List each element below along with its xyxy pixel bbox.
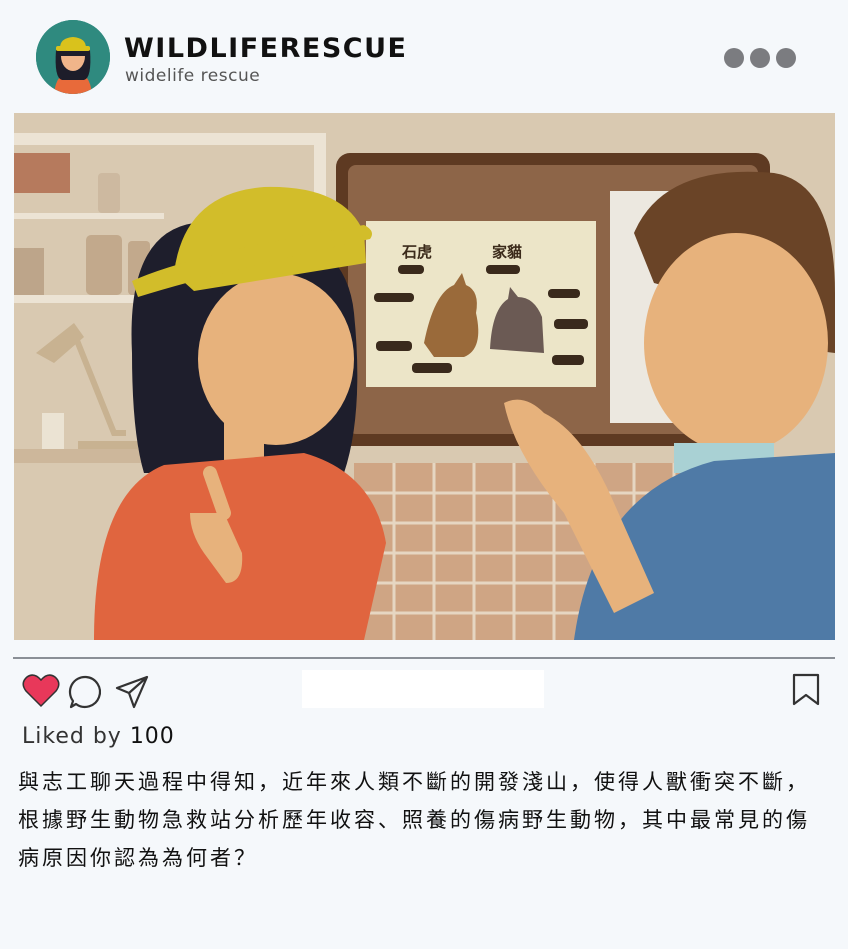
- likes-count[interactable]: Liked by 100: [22, 724, 175, 749]
- divider: [13, 657, 835, 659]
- liked-by-label: Liked by: [22, 724, 122, 749]
- comment-button[interactable]: [68, 674, 104, 714]
- comment-bubble-icon: [68, 675, 102, 709]
- like-button[interactable]: [22, 672, 60, 712]
- post-caption: 與志工聊天過程中得知，近年來人類不斷的開發淺山，使得人獸衝突不斷，根據野生動物急…: [18, 770, 810, 870]
- like-count: 100: [129, 724, 175, 749]
- account-name[interactable]: WILDLIFERESCUE: [124, 33, 407, 64]
- save-button[interactable]: [791, 673, 821, 711]
- share-button[interactable]: [114, 674, 150, 714]
- blank-panel: [302, 670, 544, 708]
- post-header: WILDLIFERESCUE widelife rescue: [0, 0, 848, 110]
- board-label-leopard-cat: 石虎: [401, 243, 432, 261]
- post-image[interactable]: 石虎 家貓: [14, 113, 835, 640]
- account-subtitle: widelife rescue: [125, 66, 261, 86]
- avatar-illustration: [36, 20, 110, 94]
- more-dots-icon: [776, 48, 796, 68]
- more-options-button[interactable]: [722, 46, 798, 70]
- paper-plane-icon: [115, 675, 149, 709]
- heart-icon: [22, 674, 60, 708]
- account-avatar[interactable]: [36, 20, 110, 94]
- more-dots-icon: [750, 48, 770, 68]
- more-dots-icon: [724, 48, 744, 68]
- post-illustration: 石虎 家貓: [14, 113, 835, 640]
- bookmark-icon: [792, 673, 820, 706]
- board-label-house-cat: 家貓: [492, 243, 522, 261]
